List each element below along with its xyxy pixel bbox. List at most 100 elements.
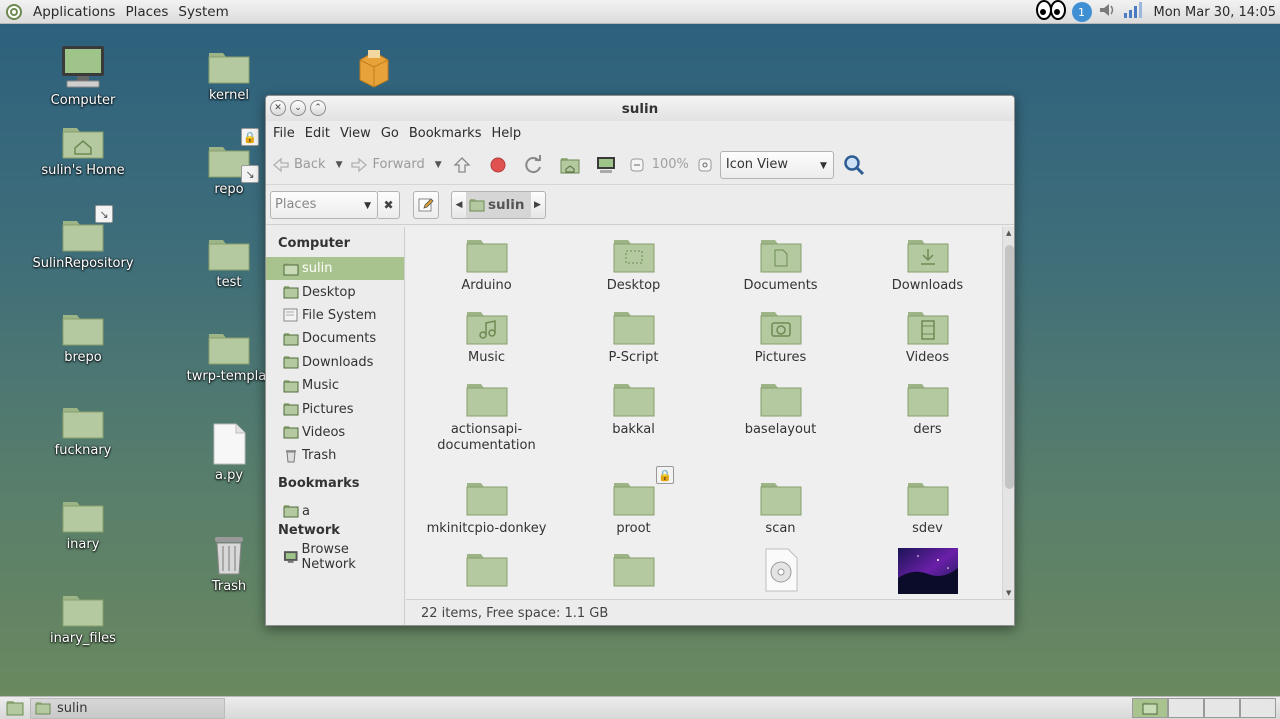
notification-icon[interactable]: 1	[1071, 2, 1092, 22]
desktop-icon-brepo[interactable]: brepo	[28, 311, 138, 365]
chevron-down-icon[interactable]: ▼	[435, 160, 442, 170]
sidebar-item-trash[interactable]: Trash	[266, 444, 404, 467]
menu-help[interactable]: Help	[486, 126, 526, 141]
sidebar-item-videos[interactable]: Videos	[266, 421, 404, 444]
desktop-icon-inary-files[interactable]: inary_files	[28, 592, 138, 646]
window-titlebar[interactable]: ✕ ⌄ ⌃ sulin	[266, 96, 1014, 121]
close-window-button[interactable]: ✕	[270, 100, 286, 116]
workspace-2[interactable]	[1168, 698, 1204, 718]
desktop-icon-sulinrepository[interactable]: ↘ SulinRepository	[28, 205, 138, 271]
sidebar-item-downloads[interactable]: Downloads	[266, 351, 404, 374]
scroll-up-icon[interactable]: ▲	[1006, 229, 1011, 237]
volume-icon[interactable]	[1098, 1, 1116, 23]
back-button[interactable]: Back ▼	[272, 156, 342, 174]
chevron-down-icon[interactable]: ▼	[336, 160, 343, 170]
sidebar-item-sulin[interactable]: sulin	[266, 257, 404, 281]
window-title: sulin	[621, 100, 659, 117]
path-right-arrow-icon[interactable]: ▶	[531, 200, 545, 210]
view-mode-select[interactable]: Icon View ▼	[719, 150, 834, 179]
file-item[interactable]: actionsapi-documentation	[413, 380, 560, 454]
desktop-icon-package[interactable]	[319, 48, 429, 88]
distro-logo-icon[interactable]	[4, 2, 24, 22]
sidebar-item-bookmark-a[interactable]: a	[266, 500, 404, 523]
file-item[interactable]: baselayout	[707, 380, 854, 438]
stop-button[interactable]	[486, 153, 510, 177]
workspace-1[interactable]	[1132, 698, 1168, 718]
file-item[interactable]: Downloads	[854, 236, 1001, 294]
system-menu[interactable]: System	[173, 4, 233, 20]
file-item[interactable]: scan	[707, 479, 854, 537]
zoom-out-button[interactable]	[630, 153, 644, 177]
search-button[interactable]	[842, 153, 866, 177]
file-item[interactable]: Videos	[854, 308, 1001, 366]
up-button[interactable]	[450, 153, 474, 177]
scrollbar-thumb[interactable]	[1005, 245, 1014, 489]
sidebar-item-pictures[interactable]: Pictures	[266, 397, 404, 420]
desktop-icon-fucknary[interactable]: fucknary	[28, 404, 138, 458]
menu-file[interactable]: File	[268, 126, 300, 141]
taskbar-button-sulin[interactable]: sulin	[30, 697, 225, 719]
file-item[interactable]: bakkal	[560, 380, 707, 438]
file-name: Videos	[905, 350, 950, 365]
back-arrow-icon	[272, 156, 290, 174]
network-icon	[283, 550, 298, 563]
file-item[interactable]	[707, 548, 854, 592]
menu-bookmarks[interactable]: Bookmarks	[404, 126, 487, 141]
folder-icon	[208, 240, 250, 271]
path-left-arrow-icon[interactable]: ◀	[452, 200, 466, 210]
file-item[interactable]: Music	[413, 308, 560, 366]
desktop-icon-computer[interactable]: Computer	[28, 44, 138, 108]
desktop-icon-label: sulin's Home	[41, 163, 125, 178]
menu-edit[interactable]: Edit	[300, 126, 335, 141]
file-item[interactable]: ders	[854, 380, 1001, 438]
sidebar-item-music[interactable]: Music	[266, 374, 404, 397]
path-crumb-current[interactable]: sulin	[466, 191, 531, 218]
applications-menu[interactable]: Applications	[28, 4, 120, 20]
file-item[interactable]: sdev	[854, 479, 1001, 537]
file-item[interactable]	[560, 550, 707, 588]
sidebar-item-desktop[interactable]: Desktop	[266, 280, 404, 303]
home-button[interactable]	[558, 153, 582, 177]
toggle-location-entry-button[interactable]	[413, 190, 439, 219]
clock[interactable]: Mon Mar 30, 14:05	[1154, 5, 1276, 20]
folder-icon	[613, 483, 654, 516]
file-item[interactable]	[413, 550, 560, 588]
file-item[interactable]: Arduino	[413, 236, 560, 294]
file-item[interactable]: Pictures	[707, 308, 854, 366]
workspace-3[interactable]	[1204, 698, 1240, 718]
folder-icon	[760, 384, 801, 417]
file-item[interactable]: Documents	[707, 236, 854, 294]
eyes-applet-icon[interactable]	[1035, 0, 1066, 24]
scroll-down-icon[interactable]: ▼	[1006, 589, 1011, 597]
folder-icon	[466, 384, 507, 417]
file-item[interactable]: 🔒 proot	[560, 466, 707, 537]
network-signal-icon[interactable]	[1122, 1, 1142, 23]
desktop-icon-label: test	[216, 275, 242, 290]
file-name: scan	[765, 521, 796, 536]
file-icon-view[interactable]: Arduino Desktop Documents Downloads Musi…	[406, 227, 1002, 599]
desktop-icon-home[interactable]: sulin's Home	[28, 124, 138, 178]
minimize-window-button[interactable]: ⌄	[290, 100, 306, 116]
places-menu[interactable]: Places	[120, 4, 173, 20]
vertical-scrollbar[interactable]: ▲ ▼	[1002, 227, 1014, 599]
close-pane-button[interactable]: ✖	[378, 190, 400, 219]
sidebar-item-label: Pictures	[302, 401, 354, 417]
workspace-4[interactable]	[1240, 698, 1276, 718]
file-item[interactable]: Desktop	[560, 236, 707, 294]
file-item[interactable]: P-Script	[560, 308, 707, 366]
file-item[interactable]: mkinitcpio-donkey	[413, 479, 560, 537]
places-select[interactable]: Places ▼	[270, 190, 378, 219]
menu-view[interactable]: View	[335, 126, 376, 141]
maximize-window-button[interactable]: ⌃	[310, 100, 326, 116]
zoom-normal-button[interactable]	[698, 153, 712, 177]
sidebar-item-documents[interactable]: Documents	[266, 327, 404, 350]
sidebar-item-file-system[interactable]: File System	[266, 304, 404, 327]
file-item[interactable]	[854, 548, 1001, 594]
forward-button[interactable]: Forward ▼	[350, 156, 442, 174]
computer-button[interactable]	[594, 153, 618, 177]
sidebar-item-browse-network[interactable]: Browse Network	[266, 542, 404, 572]
show-desktop-icon[interactable]	[6, 700, 24, 719]
menu-go[interactable]: Go	[376, 126, 404, 141]
desktop-icon-inary[interactable]: inary	[28, 498, 138, 552]
reload-button[interactable]	[522, 153, 546, 177]
